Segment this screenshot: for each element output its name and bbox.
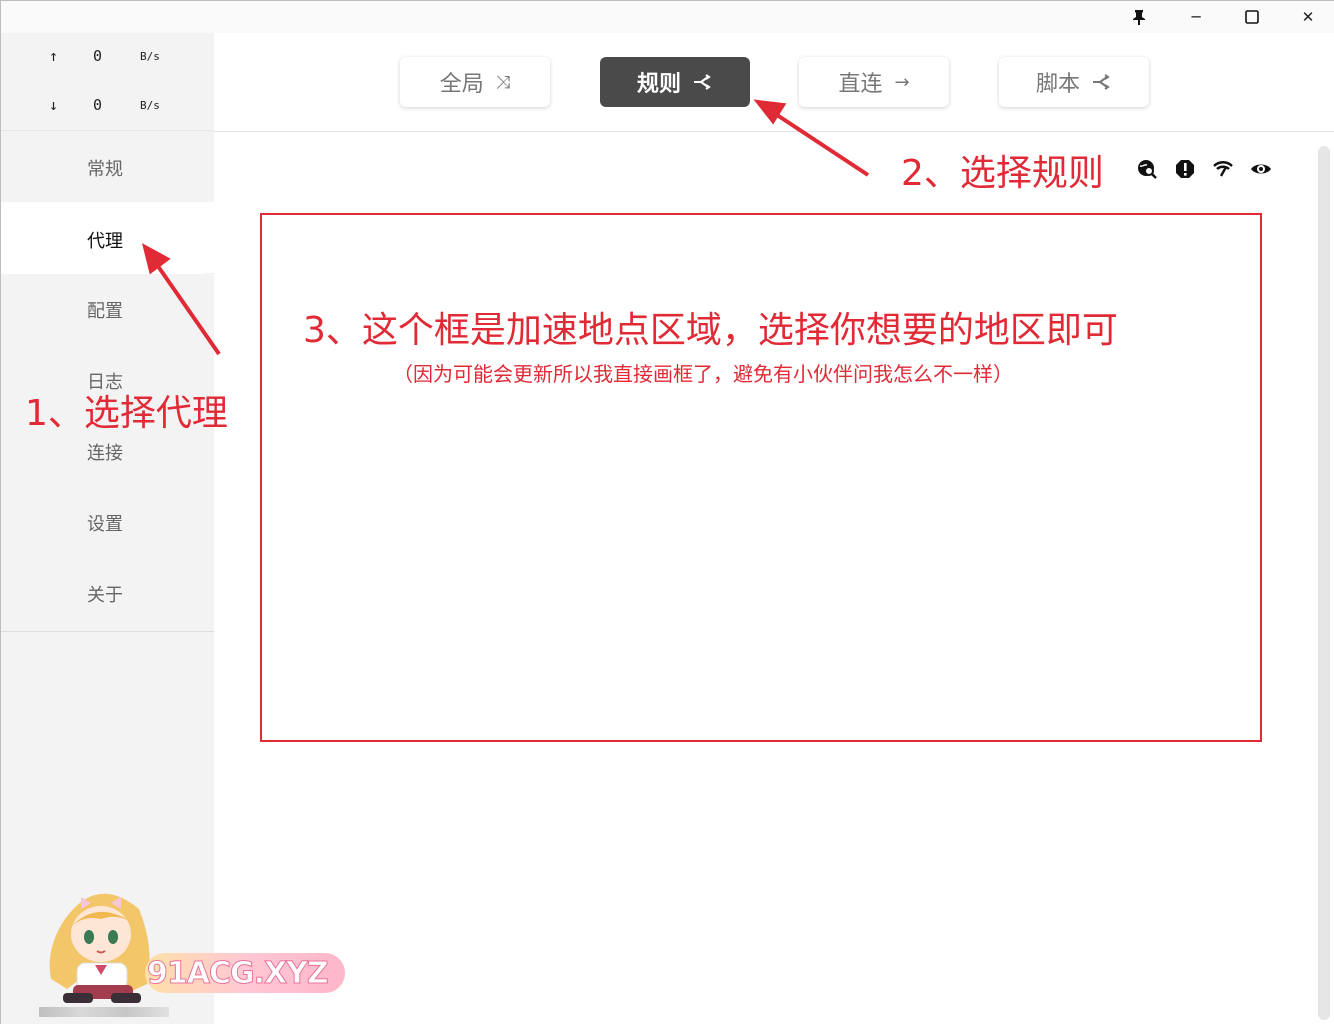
maximize-icon	[1245, 10, 1259, 24]
annotation-step3: 3、这个框是加速地点区域，选择你想要的地区即可	[303, 310, 1118, 351]
mode-label: 直连	[838, 72, 883, 97]
eye-icon[interactable]	[1250, 158, 1272, 180]
mode-label: 全局	[439, 72, 484, 97]
sidebar-item-profiles[interactable]: 配置	[1, 274, 214, 345]
sidebar-item-general[interactable]: 常规	[1, 132, 214, 203]
annotation-step1: 1、选择代理	[25, 393, 228, 434]
sidebar-item-label: 连接	[87, 442, 123, 464]
mode-label: 规则	[636, 72, 681, 97]
download-speed: ↓ 0 B/s	[1, 96, 214, 120]
maximize-button[interactable]	[1224, 1, 1280, 33]
mode-header: 全局 ⤨ 规则 直连 → 脚本	[214, 33, 1334, 132]
wifi-speed-icon[interactable]	[1212, 158, 1234, 180]
globe-search-icon[interactable]	[1136, 158, 1158, 180]
alert-icon[interactable]	[1174, 158, 1196, 180]
download-arrow-icon: ↓	[49, 96, 59, 114]
traffic-panel: ↑ 0 B/s ↓ 0 B/s	[1, 33, 214, 131]
sidebar-item-label: 设置	[87, 513, 123, 535]
mode-rule-button[interactable]: 规则	[600, 57, 750, 107]
fork-icon	[1093, 74, 1110, 90]
proxy-toolbar	[1136, 158, 1272, 180]
sidebar: ↑ 0 B/s ↓ 0 B/s 常规 代理 配置 日志	[1, 33, 214, 1024]
title-bar: ─ ✕	[1, 1, 1334, 33]
upload-unit: B/s	[140, 50, 160, 63]
watermark: 91ACG.XYZ	[37, 879, 347, 1004]
blurred-status-bar	[39, 1007, 169, 1017]
download-value: 0	[93, 96, 103, 114]
close-button[interactable]: ✕	[1280, 1, 1334, 33]
upload-arrow-icon: ↑	[49, 47, 59, 65]
close-icon: ✕	[1301, 8, 1315, 26]
sidebar-item-label: 配置	[87, 300, 123, 322]
annotation-step2: 2、选择规则	[901, 153, 1104, 194]
minimize-button[interactable]: ─	[1168, 1, 1224, 33]
arrow-right-icon: →	[894, 71, 910, 93]
upload-speed: ↑ 0 B/s	[1, 47, 214, 71]
pin-icon[interactable]	[1111, 1, 1167, 33]
proxy-content	[214, 132, 1334, 1024]
content-scrollbar[interactable]	[1318, 146, 1330, 1020]
annotation-step3-note: （因为可能会更新所以我直接画框了，避免有小伙伴问我怎么不一样）	[393, 362, 1013, 386]
sidebar-active-label[interactable]: 代理	[87, 227, 123, 253]
sidebar-divider	[1, 631, 214, 632]
sidebar-item-label: 关于	[87, 584, 123, 606]
mode-label: 脚本	[1035, 72, 1080, 97]
mode-global-button[interactable]: 全局 ⤨	[400, 57, 550, 107]
shuffle-icon: ⤨	[495, 71, 511, 93]
app-window: ─ ✕ ↑ 0 B/s ↓ 0 B/s 常规 配置 日志 连接 设置 关于 代理…	[0, 0, 1334, 1024]
sidebar-item-settings[interactable]: 设置	[1, 487, 214, 558]
sidebar-item-about[interactable]: 关于	[1, 558, 214, 629]
region-highlight-box	[260, 213, 1262, 742]
sidebar-item-label: 常规	[87, 158, 123, 180]
upload-value: 0	[93, 47, 103, 65]
fork-icon	[694, 74, 711, 90]
watermark-text: 91ACG.XYZ	[145, 953, 345, 993]
minimize-icon: ─	[1191, 8, 1201, 26]
mode-script-button[interactable]: 脚本	[999, 57, 1149, 107]
mode-direct-button[interactable]: 直连 →	[799, 57, 949, 107]
download-unit: B/s	[140, 99, 160, 112]
